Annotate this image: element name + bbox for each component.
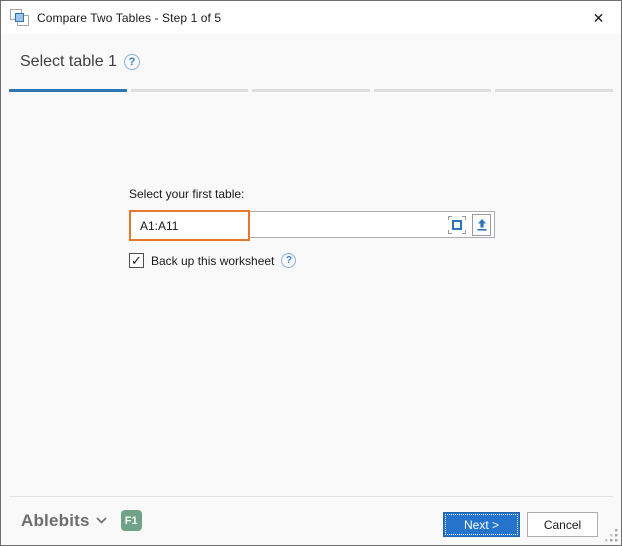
compare-two-tables-dialog: Compare Two Tables - Step 1 of 5 ✕ Selec… xyxy=(0,0,622,546)
window-title: Compare Two Tables - Step 1 of 5 xyxy=(37,10,222,25)
selected-range-highlight: A1:A11 xyxy=(129,210,250,241)
chevron-down-icon xyxy=(96,517,107,524)
next-button[interactable]: Next > xyxy=(443,512,520,537)
checkmark-icon: ✓ xyxy=(131,252,142,268)
backup-checkbox[interactable]: ✓ xyxy=(129,253,144,268)
brand-label: Ablebits xyxy=(21,510,90,530)
select-range-icon[interactable] xyxy=(447,215,467,235)
footer-divider xyxy=(9,496,613,497)
range-input[interactable]: A1:A11 xyxy=(129,210,495,241)
close-button[interactable]: ✕ xyxy=(576,1,621,34)
tab-step-4[interactable] xyxy=(373,89,492,92)
tab-step-5[interactable] xyxy=(495,89,613,92)
backup-checkbox-label: Back up this worksheet xyxy=(151,253,275,268)
collapse-dialog-button[interactable] xyxy=(472,213,491,236)
compare-tables-icon xyxy=(10,9,29,26)
tab-step-1[interactable] xyxy=(9,89,127,92)
help-icon[interactable]: ? xyxy=(123,54,140,70)
f1-help-badge[interactable]: F1 xyxy=(120,510,142,531)
ablebits-menu[interactable]: Ablebits F1 xyxy=(21,510,142,531)
step-tabs xyxy=(9,89,613,92)
tab-step-3[interactable] xyxy=(252,89,370,92)
page-title: Select table 1 xyxy=(20,53,117,70)
first-table-label: Select your first table: xyxy=(129,187,245,201)
title-bar[interactable]: Compare Two Tables - Step 1 of 5 ✕ xyxy=(1,1,621,34)
collapse-up-arrow-icon xyxy=(476,218,488,232)
range-value: A1:A11 xyxy=(140,218,179,233)
cancel-button[interactable]: Cancel xyxy=(527,512,598,537)
tab-step-2[interactable] xyxy=(130,89,249,92)
close-icon: ✕ xyxy=(592,9,605,26)
backup-help-icon[interactable]: ? xyxy=(281,253,297,268)
resize-grip[interactable] xyxy=(605,529,618,542)
